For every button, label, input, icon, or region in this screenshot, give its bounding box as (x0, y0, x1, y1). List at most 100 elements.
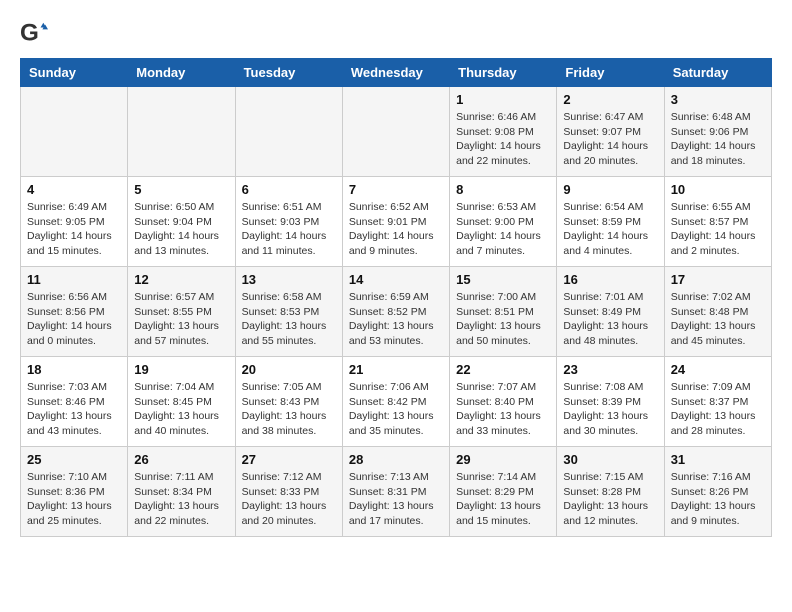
day-info: Sunrise: 6:59 AM Sunset: 8:52 PM Dayligh… (349, 290, 443, 349)
day-info: Sunrise: 7:06 AM Sunset: 8:42 PM Dayligh… (349, 380, 443, 439)
day-number: 19 (134, 362, 228, 377)
calendar-week-row: 11 Sunrise: 6:56 AM Sunset: 8:56 PM Dayli… (21, 267, 772, 357)
calendar-cell: 18 Sunrise: 7:03 AM Sunset: 8:46 PM Dayli… (21, 357, 128, 447)
day-number: 30 (563, 452, 657, 467)
day-number: 8 (456, 182, 550, 197)
calendar-header-row: SundayMondayTuesdayWednesdayThursdayFrid… (21, 59, 772, 87)
day-number: 14 (349, 272, 443, 287)
day-number: 15 (456, 272, 550, 287)
calendar-cell: 5Sunrise: 6:50 AM Sunset: 9:04 PM Daylig… (128, 177, 235, 267)
page-header: G (20, 20, 772, 48)
day-number: 31 (671, 452, 765, 467)
calendar-cell: 13Sunrise: 6:58 AM Sunset: 8:53 PM Dayli… (235, 267, 342, 357)
day-info: Sunrise: 7:09 AM Sunset: 8:37 PM Dayligh… (671, 380, 765, 439)
day-number: 17 (671, 272, 765, 287)
day-number: 9 (563, 182, 657, 197)
day-info: Sunrise: 6:55 AM Sunset: 8:57 PM Dayligh… (671, 200, 765, 259)
calendar-cell: 11 Sunrise: 6:56 AM Sunset: 8:56 PM Dayli… (21, 267, 128, 357)
day-info: Sunrise: 7:00 AM Sunset: 8:51 PM Dayligh… (456, 290, 550, 349)
day-header-sunday: Sunday (21, 59, 128, 87)
calendar-cell: 9 Sunrise: 6:54 AM Sunset: 8:59 PM Daylig… (557, 177, 664, 267)
calendar-cell: 22 Sunrise: 7:07 AM Sunset: 8:40 PM Dayli… (450, 357, 557, 447)
calendar-cell: 26 Sunrise: 7:11 AM Sunset: 8:34 PM Dayli… (128, 447, 235, 537)
calendar-cell: 15 Sunrise: 7:00 AM Sunset: 8:51 PM Dayli… (450, 267, 557, 357)
calendar-table: SundayMondayTuesdayWednesdayThursdayFrid… (20, 58, 772, 537)
calendar-cell: 12Sunrise: 6:57 AM Sunset: 8:55 PM Dayli… (128, 267, 235, 357)
day-number: 28 (349, 452, 443, 467)
day-info: Sunrise: 7:14 AM Sunset: 8:29 PM Dayligh… (456, 470, 550, 529)
day-number: 1 (456, 92, 550, 107)
calendar-cell: 31 Sunrise: 7:16 AM Sunset: 8:26 PM Dayli… (664, 447, 771, 537)
day-info: Sunrise: 6:46 AM Sunset: 9:08 PM Dayligh… (456, 110, 550, 169)
day-header-wednesday: Wednesday (342, 59, 449, 87)
day-info: Sunrise: 7:02 AM Sunset: 8:48 PM Dayligh… (671, 290, 765, 349)
day-number: 21 (349, 362, 443, 377)
day-number: 27 (242, 452, 336, 467)
day-number: 26 (134, 452, 228, 467)
day-info: Sunrise: 6:56 AM Sunset: 8:56 PM Dayligh… (27, 290, 121, 349)
calendar-week-row: 18 Sunrise: 7:03 AM Sunset: 8:46 PM Dayli… (21, 357, 772, 447)
day-info: Sunrise: 7:12 AM Sunset: 8:33 PM Dayligh… (242, 470, 336, 529)
calendar-cell: 16 Sunrise: 7:01 AM Sunset: 8:49 PM Dayli… (557, 267, 664, 357)
day-number: 13 (242, 272, 336, 287)
day-info: Sunrise: 7:04 AM Sunset: 8:45 PM Dayligh… (134, 380, 228, 439)
calendar-cell: 4Sunrise: 6:49 AM Sunset: 9:05 PM Daylig… (21, 177, 128, 267)
day-number: 29 (456, 452, 550, 467)
day-info: Sunrise: 7:01 AM Sunset: 8:49 PM Dayligh… (563, 290, 657, 349)
calendar-cell: 21 Sunrise: 7:06 AM Sunset: 8:42 PM Dayli… (342, 357, 449, 447)
calendar-cell: 7Sunrise: 6:52 AM Sunset: 9:01 PM Daylig… (342, 177, 449, 267)
day-number: 4 (27, 182, 121, 197)
day-number: 18 (27, 362, 121, 377)
day-number: 10 (671, 182, 765, 197)
calendar-cell: 8 Sunrise: 6:53 AM Sunset: 9:00 PM Daylig… (450, 177, 557, 267)
calendar-cell: 24 Sunrise: 7:09 AM Sunset: 8:37 PM Dayli… (664, 357, 771, 447)
day-number: 25 (27, 452, 121, 467)
day-info: Sunrise: 7:16 AM Sunset: 8:26 PM Dayligh… (671, 470, 765, 529)
day-info: Sunrise: 6:51 AM Sunset: 9:03 PM Dayligh… (242, 200, 336, 259)
calendar-cell (21, 87, 128, 177)
calendar-cell: 3 Sunrise: 6:48 AM Sunset: 9:06 PM Daylig… (664, 87, 771, 177)
day-number: 2 (563, 92, 657, 107)
calendar-cell: 19 Sunrise: 7:04 AM Sunset: 8:45 PM Dayli… (128, 357, 235, 447)
day-header-saturday: Saturday (664, 59, 771, 87)
day-header-tuesday: Tuesday (235, 59, 342, 87)
calendar-cell (342, 87, 449, 177)
calendar-cell: 28Sunrise: 7:13 AM Sunset: 8:31 PM Dayli… (342, 447, 449, 537)
calendar-cell: 2Sunrise: 6:47 AM Sunset: 9:07 PM Daylig… (557, 87, 664, 177)
day-number: 24 (671, 362, 765, 377)
day-number: 11 (27, 272, 121, 287)
day-number: 6 (242, 182, 336, 197)
day-info: Sunrise: 6:57 AM Sunset: 8:55 PM Dayligh… (134, 290, 228, 349)
day-header-monday: Monday (128, 59, 235, 87)
day-info: Sunrise: 6:50 AM Sunset: 9:04 PM Dayligh… (134, 200, 228, 259)
calendar-week-row: 4Sunrise: 6:49 AM Sunset: 9:05 PM Daylig… (21, 177, 772, 267)
day-info: Sunrise: 7:15 AM Sunset: 8:28 PM Dayligh… (563, 470, 657, 529)
day-info: Sunrise: 6:53 AM Sunset: 9:00 PM Dayligh… (456, 200, 550, 259)
calendar-cell: 27 Sunrise: 7:12 AM Sunset: 8:33 PM Dayli… (235, 447, 342, 537)
day-number: 20 (242, 362, 336, 377)
svg-text:G: G (20, 20, 39, 47)
calendar-cell: 1 Sunrise: 6:46 AM Sunset: 9:08 PM Daylig… (450, 87, 557, 177)
day-info: Sunrise: 7:07 AM Sunset: 8:40 PM Dayligh… (456, 380, 550, 439)
day-info: Sunrise: 7:10 AM Sunset: 8:36 PM Dayligh… (27, 470, 121, 529)
calendar-cell: 20 Sunrise: 7:05 AM Sunset: 8:43 PM Dayli… (235, 357, 342, 447)
day-info: Sunrise: 7:05 AM Sunset: 8:43 PM Dayligh… (242, 380, 336, 439)
logo-icon: G (20, 20, 48, 48)
day-number: 3 (671, 92, 765, 107)
day-header-friday: Friday (557, 59, 664, 87)
day-info: Sunrise: 6:54 AM Sunset: 8:59 PM Dayligh… (563, 200, 657, 259)
day-number: 16 (563, 272, 657, 287)
day-number: 22 (456, 362, 550, 377)
calendar-week-row: 1 Sunrise: 6:46 AM Sunset: 9:08 PM Daylig… (21, 87, 772, 177)
day-header-thursday: Thursday (450, 59, 557, 87)
calendar-cell: 29 Sunrise: 7:14 AM Sunset: 8:29 PM Dayli… (450, 447, 557, 537)
day-info: Sunrise: 7:08 AM Sunset: 8:39 PM Dayligh… (563, 380, 657, 439)
day-info: Sunrise: 7:11 AM Sunset: 8:34 PM Dayligh… (134, 470, 228, 529)
calendar-cell: 10 Sunrise: 6:55 AM Sunset: 8:57 PM Dayli… (664, 177, 771, 267)
day-info: Sunrise: 7:03 AM Sunset: 8:46 PM Dayligh… (27, 380, 121, 439)
day-info: Sunrise: 6:48 AM Sunset: 9:06 PM Dayligh… (671, 110, 765, 169)
calendar-cell: 25 Sunrise: 7:10 AM Sunset: 8:36 PM Dayli… (21, 447, 128, 537)
calendar-week-row: 25 Sunrise: 7:10 AM Sunset: 8:36 PM Dayli… (21, 447, 772, 537)
calendar-cell: 23Sunrise: 7:08 AM Sunset: 8:39 PM Dayli… (557, 357, 664, 447)
calendar-cell: 30 Sunrise: 7:15 AM Sunset: 8:28 PM Dayli… (557, 447, 664, 537)
